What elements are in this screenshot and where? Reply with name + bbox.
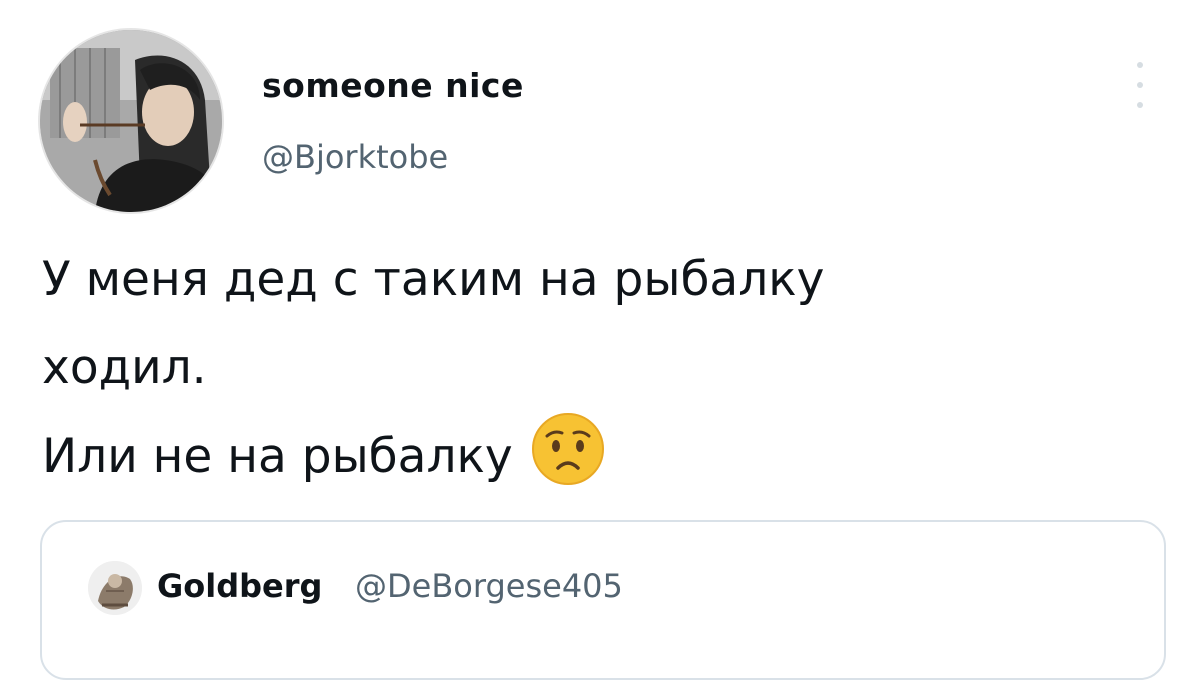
quoted-avatar-photo-icon [88, 561, 142, 615]
tweet-text-line: У меня дед с таким на рыбалку [42, 252, 825, 307]
quoted-author-avatar[interactable] [88, 561, 142, 615]
tweet: someone nice @Bjorktobe У меня дед с так… [0, 0, 1200, 680]
avatar-photo-icon [40, 30, 222, 212]
author-handle[interactable]: @Bjorktobe [262, 138, 448, 176]
author-display-name[interactable]: someone nice [262, 66, 524, 105]
quoted-handle[interactable]: @DeBorgese405 [355, 567, 623, 605]
author-avatar[interactable] [40, 30, 222, 212]
tweet-text-line: Или не на рыбалку [42, 412, 1152, 501]
tweet-text: У меня дед с таким на рыбалку ходил. Или… [42, 236, 1152, 501]
tweet-text-line-content: Или не на рыбалку [42, 429, 513, 484]
more-vertical-icon[interactable] [1122, 62, 1158, 108]
tweet-text-line: ходил. [42, 340, 207, 395]
worried-face-emoji-icon [531, 412, 605, 486]
quoted-display-name[interactable]: Goldberg [157, 567, 322, 605]
